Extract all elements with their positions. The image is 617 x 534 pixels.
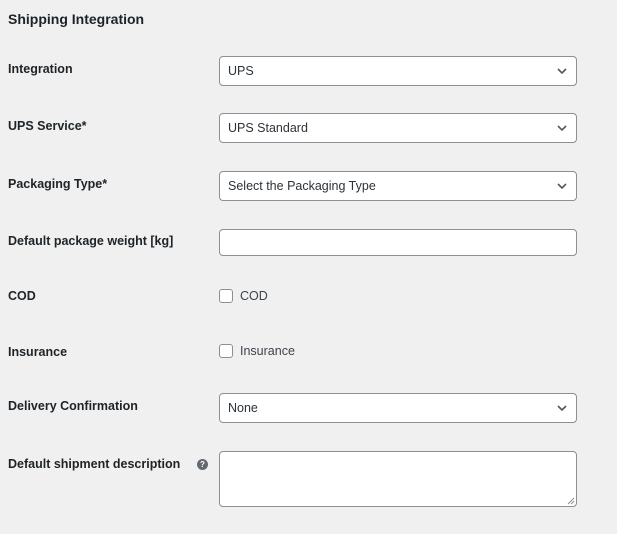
insurance-checkbox[interactable]: [219, 344, 233, 358]
insurance-checkbox-label[interactable]: Insurance: [240, 344, 295, 358]
shipment-description-textarea[interactable]: [219, 451, 577, 507]
delivery-confirmation-value: None: [228, 401, 258, 415]
integration-select[interactable]: UPS: [219, 56, 577, 86]
shipment-description-label: Default shipment description: [8, 457, 181, 471]
packaging-type-value: Select the Packaging Type: [228, 179, 376, 193]
cod-checkbox[interactable]: [219, 289, 233, 303]
resize-handle-icon[interactable]: [566, 496, 575, 505]
chevron-down-icon: [557, 183, 567, 190]
section-title: Shipping Integration: [8, 11, 145, 27]
package-weight-input[interactable]: [219, 229, 577, 256]
integration-value: UPS: [228, 64, 254, 78]
ups-service-select[interactable]: UPS Standard: [219, 113, 577, 143]
chevron-down-icon: [557, 68, 567, 75]
cod-checkbox-label[interactable]: COD: [240, 289, 268, 303]
packaging-type-select[interactable]: Select the Packaging Type: [219, 171, 577, 201]
chevron-down-icon: [557, 405, 567, 412]
integration-label: Integration: [8, 62, 73, 76]
cod-label: COD: [8, 289, 36, 303]
insurance-label: Insurance: [8, 345, 68, 359]
packaging-type-label: Packaging Type*: [8, 177, 108, 191]
ups-service-value: UPS Standard: [228, 121, 308, 135]
ups-service-label: UPS Service*: [8, 119, 87, 133]
chevron-down-icon: [557, 125, 567, 132]
delivery-confirmation-label: Delivery Confirmation: [8, 399, 138, 413]
help-icon[interactable]: ?: [197, 459, 208, 470]
package-weight-label: Default package weight [kg]: [8, 234, 174, 248]
delivery-confirmation-select[interactable]: None: [219, 393, 577, 423]
